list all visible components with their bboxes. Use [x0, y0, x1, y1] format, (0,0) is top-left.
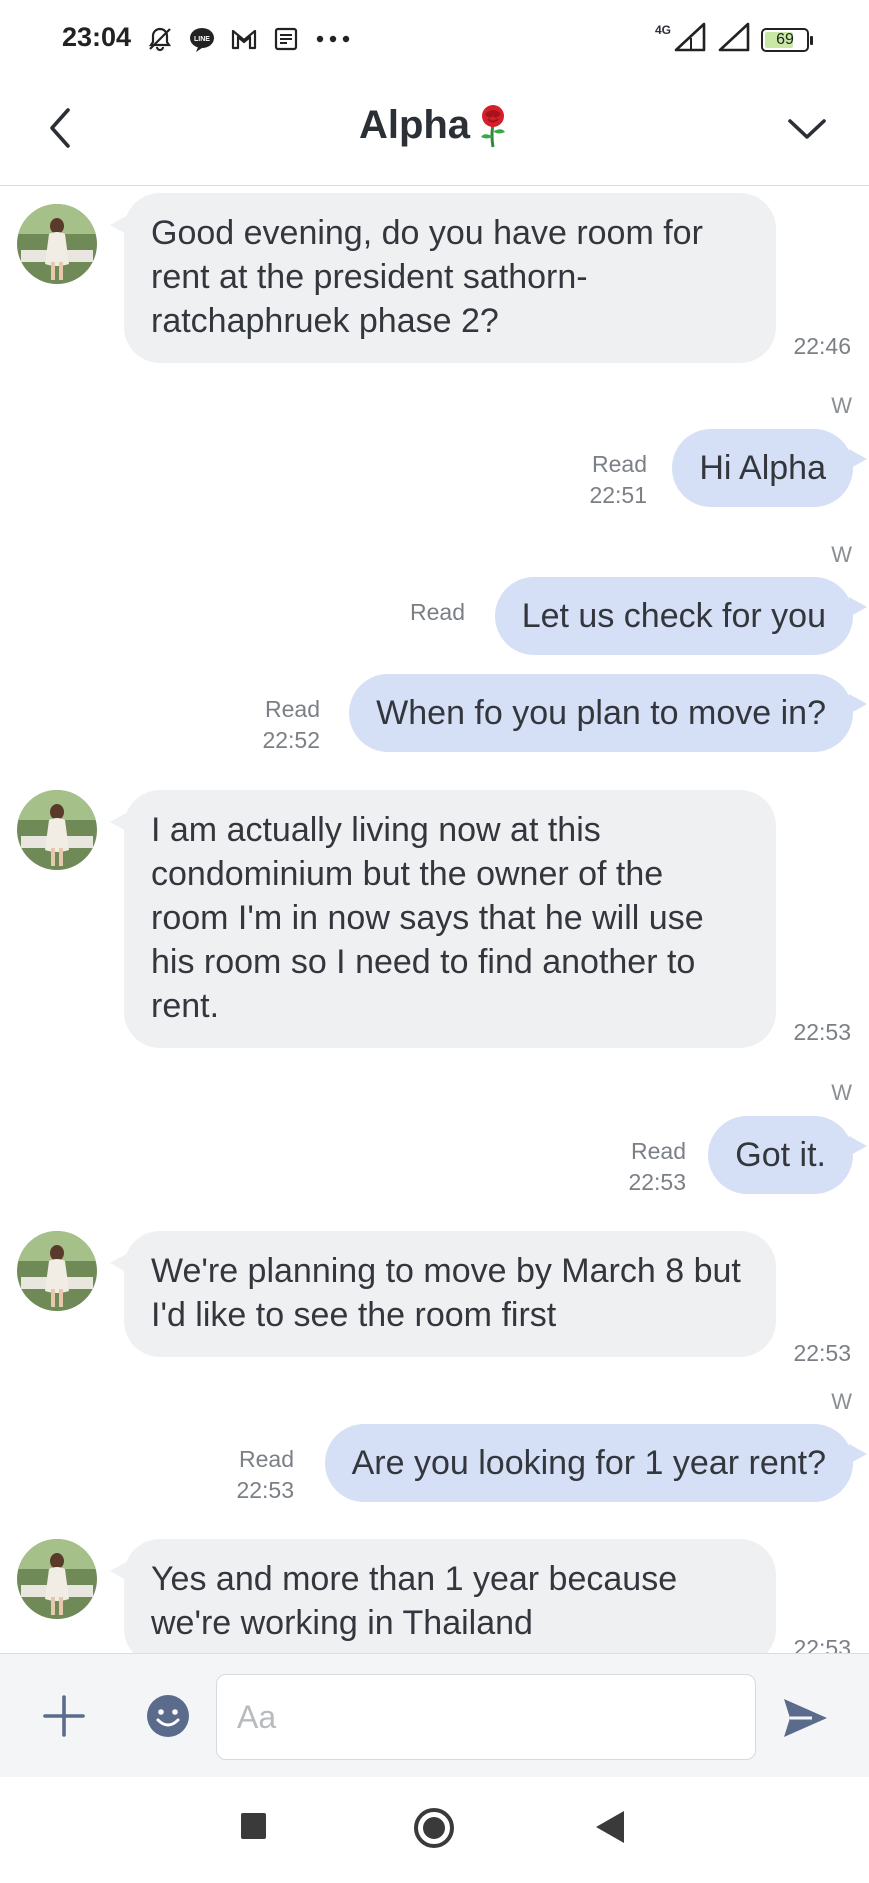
system-nav-bar — [0, 1777, 869, 1883]
message-time: 22:53 — [628, 1169, 686, 1195]
plus-icon — [43, 1695, 85, 1737]
circle-home-icon[interactable] — [414, 1808, 454, 1848]
mute-bell-icon — [145, 24, 175, 54]
message-time: 22:53 — [793, 1635, 851, 1653]
read-label: Read — [631, 1138, 686, 1164]
collapse-button[interactable] — [781, 104, 833, 154]
message-time: 22:53 — [793, 1340, 851, 1366]
avatar[interactable] — [17, 204, 97, 284]
message-bubble[interactable]: When fo you plan to move in? — [349, 674, 867, 752]
message-bubble[interactable]: I am actually living now at this condomi… — [110, 790, 776, 1048]
more-dots-icon — [313, 24, 353, 54]
read-receipt: Read 22:51 — [589, 449, 647, 511]
add-attachment-button[interactable] — [42, 1694, 86, 1738]
system-indicators: 4G 69 — [654, 22, 813, 57]
triangle-back-icon[interactable] — [596, 1811, 624, 1843]
message-bubble[interactable]: Let us check for you — [494, 577, 868, 655]
send-button[interactable] — [781, 1696, 829, 1740]
read-receipt: Read 22:52 — [262, 694, 320, 756]
read-label: Read — [410, 599, 465, 625]
avatar[interactable] — [17, 790, 97, 870]
message-time: 22:46 — [793, 333, 851, 359]
network-type: 4G — [654, 22, 671, 37]
notification-icons: LINE — [145, 24, 353, 54]
message-time: 22:53 — [793, 1019, 851, 1045]
battery-level: 69 — [776, 30, 794, 48]
read-receipt: Read — [410, 597, 465, 628]
sender-label: W — [831, 1389, 852, 1414]
read-receipt: Read 22:53 — [628, 1136, 686, 1198]
read-label: Read — [239, 1446, 294, 1472]
message-time: 22:51 — [589, 482, 647, 508]
emoji-button[interactable] — [146, 1694, 190, 1738]
rose-emoji-icon — [476, 102, 510, 148]
avatar[interactable] — [17, 1231, 97, 1311]
message-input[interactable] — [216, 1674, 756, 1760]
message-bubble[interactable]: Got it. — [708, 1116, 867, 1194]
sender-label: W — [831, 1080, 852, 1105]
chat-header: Alpha — [0, 78, 869, 186]
avatar[interactable] — [17, 1539, 97, 1619]
status-time: 23:04 — [62, 22, 132, 52]
battery-icon: 69 — [761, 27, 813, 52]
sender-label: W — [831, 393, 852, 418]
gmail-icon — [229, 24, 259, 54]
svg-text:LINE: LINE — [194, 36, 210, 43]
emoji-icon — [147, 1695, 189, 1737]
message-time: 22:52 — [262, 727, 320, 753]
chevron-down-icon — [788, 119, 826, 139]
message-bubble[interactable]: We're planning to move by March 8 but I'… — [110, 1231, 776, 1357]
message-time: 22:53 — [236, 1477, 294, 1503]
message-bubble[interactable]: Hi Alpha — [672, 429, 867, 507]
status-bar: 23:04 LINE 4G 69 — [0, 0, 869, 78]
signal-icon — [673, 22, 707, 57]
message-bubble[interactable]: Good evening, do you have room for rent … — [110, 193, 776, 363]
read-label: Read — [265, 696, 320, 722]
read-receipt: Read 22:53 — [236, 1444, 294, 1506]
news-icon — [271, 24, 301, 54]
chat-title: Alpha — [0, 102, 869, 148]
square-recents-icon[interactable] — [241, 1813, 266, 1839]
line-icon: LINE — [187, 24, 217, 54]
message-bubble[interactable]: Yes and more than 1 year because we're w… — [110, 1539, 776, 1653]
signal-icon-2 — [717, 22, 751, 57]
read-label: Read — [592, 451, 647, 477]
message-list[interactable]: Good evening, do you have room for rent … — [0, 187, 869, 1653]
send-icon — [784, 1699, 827, 1737]
sender-label: W — [831, 542, 852, 567]
contact-name: Alpha — [358, 102, 471, 147]
composer-bar — [0, 1653, 869, 1777]
message-bubble[interactable]: Are you looking for 1 year rent? — [324, 1424, 868, 1502]
